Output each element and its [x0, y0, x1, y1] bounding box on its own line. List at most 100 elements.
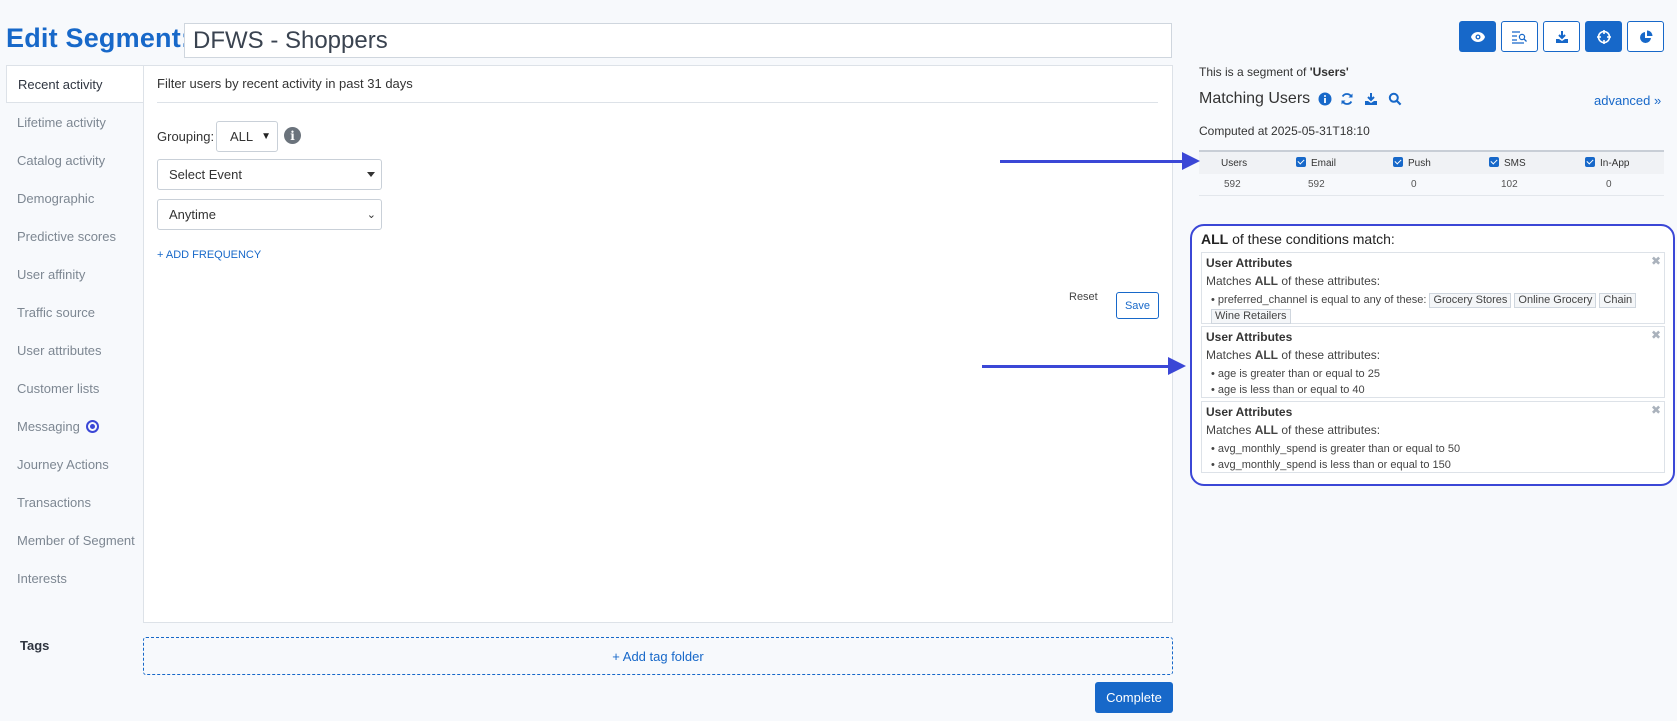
preview-button[interactable]	[1459, 21, 1496, 52]
push-column-header[interactable]: Push	[1393, 157, 1431, 169]
chevron-down-icon: ▼	[261, 131, 271, 142]
info-icon[interactable]: i	[284, 127, 301, 144]
tags-label: Tags	[20, 638, 50, 653]
annotation-arrow	[982, 357, 1186, 375]
email-column-header[interactable]: Email	[1296, 157, 1336, 169]
matching-users-title: Matching Users	[1199, 90, 1311, 107]
tab-recent-activity[interactable]: Recent activity	[6, 65, 144, 103]
condition-line: • preferred_channel is equal to any of t…	[1206, 292, 1660, 308]
advanced-link[interactable]: advanced »	[1594, 93, 1661, 108]
tab-lifetime-activity[interactable]: Lifetime activity	[6, 103, 144, 141]
sms-label: SMS	[1504, 158, 1526, 169]
tab-label: Recent activity	[18, 76, 103, 92]
add-tag-folder-button[interactable]: + Add tag folder	[143, 637, 1173, 675]
match-prefix: Matches	[1206, 423, 1255, 437]
close-icon[interactable]: ✖	[1651, 254, 1661, 268]
list-search-icon	[1511, 30, 1527, 44]
tab-interests[interactable]: Interests	[6, 559, 144, 597]
conditions-title: ALL of these conditions match:	[1201, 231, 1395, 247]
time-select[interactable]: Anytime ⌄	[157, 199, 382, 230]
tab-predictive-scores[interactable]: Predictive scores	[6, 217, 144, 255]
push-count: 0	[1411, 179, 1417, 190]
segment-of-target: 'Users'	[1309, 65, 1349, 79]
inspect-list-button[interactable]	[1501, 21, 1538, 52]
search-icon[interactable]	[1388, 92, 1402, 106]
tab-messaging[interactable]: Messaging	[6, 407, 144, 445]
grouping-label: Grouping:	[157, 129, 215, 144]
checkbox-checked-icon	[1393, 157, 1403, 167]
segment-name-input[interactable]	[184, 23, 1172, 58]
value-chip: Online Grocery	[1514, 293, 1597, 308]
condition-title: User Attributes	[1206, 330, 1293, 344]
tab-label: Lifetime activity	[17, 114, 106, 130]
condition-match: Matches ALL of these attributes:	[1206, 348, 1660, 362]
value-chip: Wine Retailers	[1211, 309, 1291, 324]
push-label: Push	[1408, 158, 1431, 169]
segment-of-text: This is a segment of 'Users'	[1199, 65, 1349, 79]
grouping-select[interactable]: ALL ▼	[216, 121, 278, 152]
inapp-column-header[interactable]: In-App	[1585, 157, 1629, 169]
tab-label: Transactions	[17, 494, 91, 510]
annotation-arrow	[1000, 152, 1200, 170]
sms-column-header[interactable]: SMS	[1489, 157, 1526, 169]
radio-target-icon	[85, 419, 99, 433]
page-title: Edit Segment:	[6, 23, 191, 53]
match-suffix: of these attributes:	[1278, 274, 1381, 288]
condition-card: ✖ User Attributes Matches ALL of these a…	[1201, 401, 1665, 473]
complete-button[interactable]: Complete	[1095, 682, 1173, 713]
users-column-header: Users	[1221, 157, 1248, 169]
match-bold: ALL	[1254, 274, 1279, 288]
tab-label: Catalog activity	[17, 152, 106, 168]
tab-member-of-segment[interactable]: Member of Segment	[6, 521, 144, 559]
tab-user-affinity[interactable]: User affinity	[6, 255, 144, 293]
download-button[interactable]	[1543, 21, 1580, 52]
condition-line: • age is less than or equal to 40	[1211, 384, 1365, 396]
condition-title: User Attributes	[1206, 256, 1293, 270]
condition-text: • preferred_channel is equal to any of t…	[1211, 294, 1427, 306]
filter-heading: Filter users by recent activity in past …	[157, 76, 413, 91]
condition-match: Matches ALL of these attributes:	[1206, 423, 1660, 437]
tab-traffic-source[interactable]: Traffic source	[6, 293, 144, 331]
sms-count: 102	[1501, 179, 1518, 190]
tab-transactions[interactable]: Transactions	[6, 483, 144, 521]
tab-label: Member of Segment	[17, 532, 135, 548]
breakdown-button[interactable]	[1627, 21, 1664, 52]
table-row: 592 592 0 102 0	[1199, 174, 1664, 196]
users-count: 592	[1224, 179, 1241, 190]
condition-line: • avg_monthly_spend is greater than or e…	[1211, 443, 1461, 455]
page-title-row: Edit Segment:	[6, 23, 190, 54]
tab-journey-actions[interactable]: Journey Actions	[6, 445, 144, 483]
condition-line: Wine Retailers	[1206, 308, 1660, 324]
info-icon[interactable]	[1318, 92, 1332, 106]
divider	[157, 102, 1158, 103]
tab-label: User attributes	[17, 342, 102, 358]
tab-demographic[interactable]: Demographic	[6, 179, 144, 217]
save-button[interactable]: Save	[1116, 292, 1159, 319]
checkbox-checked-icon	[1296, 157, 1306, 167]
tab-label: Messaging	[17, 418, 80, 434]
tab-label: Demographic	[17, 190, 95, 206]
add-frequency-link[interactable]: + ADD FREQUENCY	[157, 249, 261, 261]
event-select[interactable]: Select Event	[157, 159, 382, 190]
tab-user-attributes[interactable]: User attributes	[6, 331, 144, 369]
value-chip: Grocery Stores	[1429, 293, 1512, 308]
matching-users-header: Matching Users	[1199, 90, 1402, 108]
inapp-count: 0	[1606, 179, 1612, 190]
filter-tabs: Recent activity Lifetime activity Catalo…	[6, 65, 144, 597]
email-count: 592	[1308, 179, 1325, 190]
crosshair-icon	[1596, 29, 1611, 44]
tab-label: Journey Actions	[17, 456, 109, 472]
download-icon[interactable]	[1364, 92, 1378, 106]
reset-button[interactable]: Reset	[1069, 291, 1098, 303]
close-icon[interactable]: ✖	[1651, 328, 1661, 342]
grouping-value: ALL	[230, 129, 254, 144]
tab-catalog-activity[interactable]: Catalog activity	[6, 141, 144, 179]
checkbox-checked-icon	[1585, 157, 1595, 167]
condition-title: User Attributes	[1206, 405, 1293, 419]
tab-customer-lists[interactable]: Customer lists	[6, 369, 144, 407]
close-icon[interactable]: ✖	[1651, 403, 1661, 417]
match-suffix: of these attributes:	[1278, 423, 1381, 437]
condition-line: • age is greater than or equal to 25	[1211, 368, 1380, 380]
target-button[interactable]	[1585, 21, 1622, 52]
refresh-icon[interactable]	[1340, 92, 1354, 106]
